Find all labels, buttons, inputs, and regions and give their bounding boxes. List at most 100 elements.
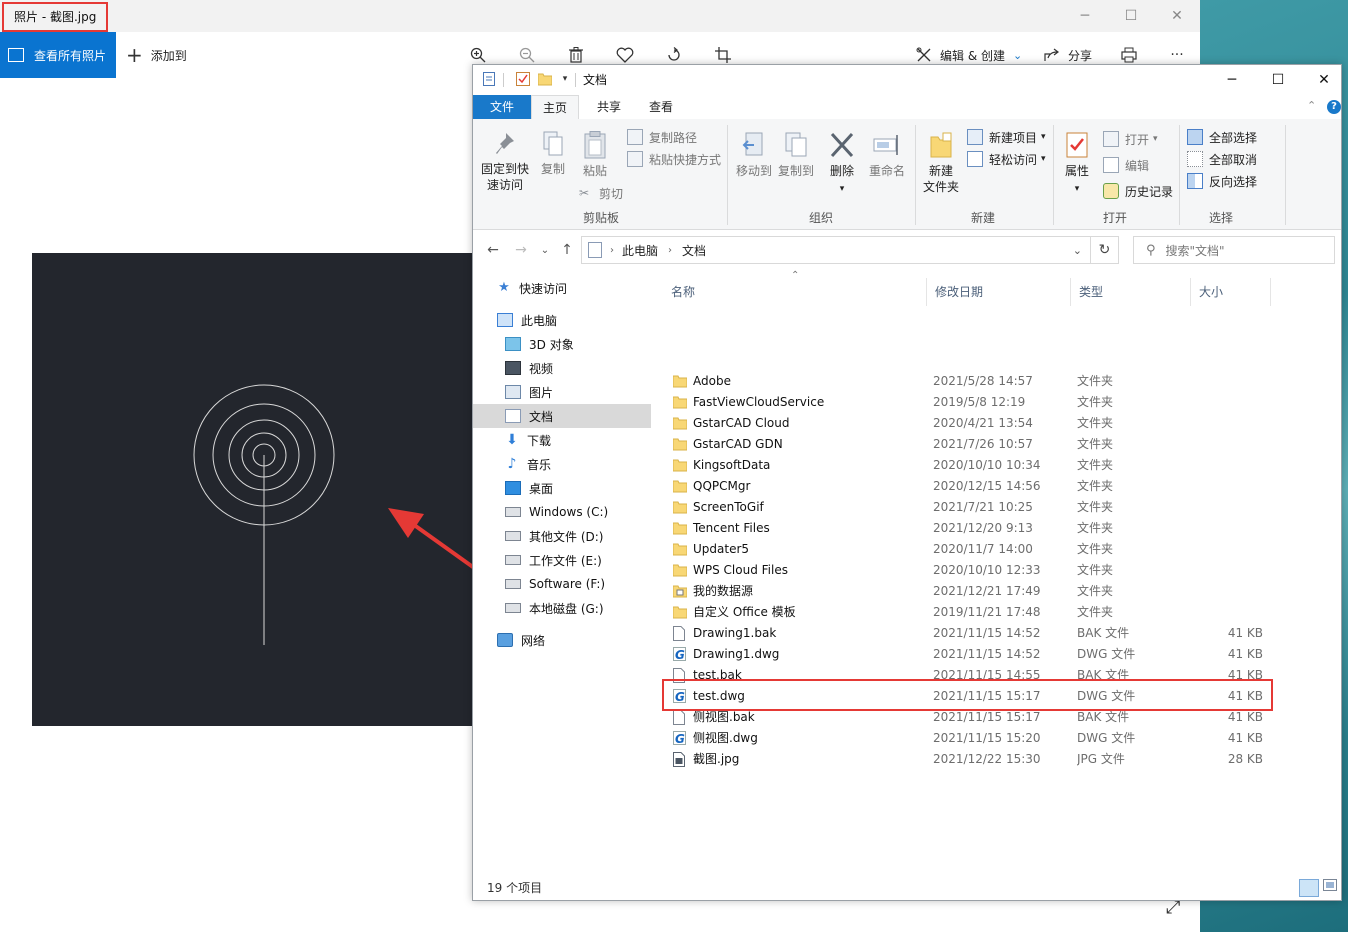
breadcrumb-documents[interactable]: 文档 xyxy=(682,242,706,259)
pin-quick-access-button[interactable]: 固定到快 速访问 xyxy=(479,131,531,193)
zoom-out-icon[interactable] xyxy=(516,44,538,66)
help-icon[interactable]: ? xyxy=(1327,100,1341,114)
tab-file[interactable]: 文件 xyxy=(473,95,531,119)
nav-item-3[interactable]: 视频 xyxy=(473,356,651,380)
file-row[interactable]: WPS Cloud Files 2020/10/10 12:33 文件夹 xyxy=(663,560,1273,581)
share-button[interactable]: 分享 xyxy=(1044,44,1092,66)
tab-view[interactable]: 查看 xyxy=(637,95,685,119)
explorer-minimize-button[interactable]: ─ xyxy=(1209,65,1255,95)
customize-dropdown-icon[interactable]: ▾ xyxy=(557,71,573,87)
new-item-button[interactable]: 新建项目 ▾ xyxy=(967,127,1046,147)
print-icon[interactable] xyxy=(1118,44,1140,66)
column-name[interactable]: 名称 xyxy=(663,278,927,306)
history-button[interactable]: 历史记录 xyxy=(1103,181,1173,201)
search-input[interactable]: ⚲ 搜索"文档" xyxy=(1133,236,1335,264)
breadcrumb-this-pc[interactable]: 此电脑 xyxy=(622,242,658,259)
file-row[interactable]: Drawing1.bak 2021/11/15 14:52 BAK 文件 41 KB xyxy=(663,623,1273,644)
nav-item-9[interactable]: Windows (C:) xyxy=(473,500,651,524)
crop-icon[interactable] xyxy=(712,44,734,66)
edit-create-button[interactable]: 编辑 & 创建 ⌄ xyxy=(916,44,1022,66)
nav-item-7[interactable]: ♪ 音乐 xyxy=(473,452,651,476)
file-row[interactable]: GstarCAD Cloud 2020/4/21 13:54 文件夹 xyxy=(663,413,1273,434)
file-row[interactable]: Updater5 2020/11/7 14:00 文件夹 xyxy=(663,539,1273,560)
nav-item-4[interactable]: 图片 xyxy=(473,380,651,404)
select-all-button[interactable]: 全部选择 xyxy=(1187,127,1257,147)
large-icons-view-icon[interactable] xyxy=(1323,879,1339,897)
copy-button[interactable]: 复制 xyxy=(535,131,571,177)
nav-item-11[interactable]: 工作文件 (E:) xyxy=(473,548,651,572)
column-date-modified[interactable]: 修改日期 xyxy=(927,278,1071,306)
cut-button[interactable]: ✂ 剪切 xyxy=(579,183,623,203)
select-none-button[interactable]: 全部取消 xyxy=(1187,149,1257,169)
delete-icon[interactable] xyxy=(565,44,587,66)
properties-button[interactable]: 属性 ▾ xyxy=(1059,131,1095,197)
nav-item-0[interactable]: ★ 快速访问 xyxy=(473,276,651,300)
nav-item-5[interactable]: 文档 xyxy=(473,404,651,428)
nav-item-6[interactable]: ⬇ 下载 xyxy=(473,428,651,452)
easy-access-button[interactable]: 轻松访问 ▾ xyxy=(967,149,1046,169)
rotate-icon[interactable] xyxy=(663,44,685,66)
file-row[interactable]: 自定义 Office 模板 2019/11/21 17:48 文件夹 xyxy=(663,602,1273,623)
tab-share[interactable]: 共享 xyxy=(585,95,633,119)
invert-selection-button[interactable]: 反向选择 xyxy=(1187,171,1257,191)
explorer-maximize-button[interactable]: ☐ xyxy=(1255,65,1301,95)
column-size[interactable]: 大小 xyxy=(1191,278,1271,306)
more-button[interactable]: ··· xyxy=(1166,44,1188,66)
maximize-button[interactable]: ☐ xyxy=(1108,0,1154,32)
open-button[interactable]: 打开 ▾ xyxy=(1103,129,1158,149)
nav-item-8[interactable]: 桌面 xyxy=(473,476,651,500)
checklist-icon[interactable] xyxy=(515,71,531,87)
up-arrow-icon[interactable]: ↑ xyxy=(557,240,577,260)
rename-button[interactable]: 重命名 xyxy=(867,131,907,179)
search-icon: ⚲ xyxy=(1146,242,1156,258)
address-bar[interactable]: › 此电脑 › 文档 ⌄ xyxy=(581,236,1091,264)
properties-quick-icon[interactable] xyxy=(481,71,497,87)
nav-item-13[interactable]: 本地磁盘 (G:) xyxy=(473,596,651,620)
copy-path-button[interactable]: 复制路径 xyxy=(627,127,697,147)
close-button[interactable]: ✕ xyxy=(1154,0,1200,32)
refresh-icon[interactable]: ↻ xyxy=(1091,236,1119,264)
paste-button[interactable]: 粘贴 xyxy=(577,131,613,179)
nav-item-10[interactable]: 其他文件 (D:) xyxy=(473,524,651,548)
recent-locations-chevron-icon[interactable]: ⌄ xyxy=(535,240,555,260)
minimize-button[interactable]: ─ xyxy=(1062,0,1108,32)
nav-item-1[interactable]: 此电脑 xyxy=(473,308,651,332)
edit-button[interactable]: 编辑 xyxy=(1103,155,1149,175)
file-row[interactable]: Tencent Files 2021/12/20 9:13 文件夹 xyxy=(663,518,1273,539)
nav-item-12[interactable]: Software (F:) xyxy=(473,572,651,596)
scissors-icon: ✂ xyxy=(579,186,590,200)
collapse-ribbon-icon[interactable]: ⌃ xyxy=(1307,99,1316,112)
column-type[interactable]: 类型 xyxy=(1071,278,1191,306)
file-row[interactable]: QQPCMgr 2020/12/15 14:56 文件夹 xyxy=(663,476,1273,497)
address-dropdown-icon[interactable]: ⌄ xyxy=(1073,244,1082,257)
nav-item-2[interactable]: 3D 对象 xyxy=(473,332,651,356)
forward-arrow-icon[interactable]: → xyxy=(511,240,531,260)
new-item-icon xyxy=(967,129,983,145)
view-all-photos-button[interactable]: 查看所有照片 xyxy=(0,32,116,78)
details-view-icon[interactable] xyxy=(1299,879,1319,897)
file-row[interactable]: Adobe 2021/5/28 14:57 文件夹 xyxy=(663,371,1273,392)
paste-shortcut-button[interactable]: 粘贴快捷方式 xyxy=(627,149,721,169)
file-row[interactable]: GstarCAD GDN 2021/7/26 10:57 文件夹 xyxy=(663,434,1273,455)
add-to-button[interactable]: + 添加到 xyxy=(126,32,187,78)
file-row[interactable]: G Drawing1.dwg 2021/11/15 14:52 DWG 文件 41 KB xyxy=(663,644,1273,665)
file-row[interactable]: 我的数据源 2021/12/21 17:49 文件夹 xyxy=(663,581,1273,602)
file-row[interactable]: G 侧视图.dwg 2021/11/15 15:20 DWG 文件 41 KB xyxy=(663,728,1273,749)
file-row[interactable]: KingsoftData 2020/10/10 10:34 文件夹 xyxy=(663,455,1273,476)
move-to-button[interactable]: 移动到 xyxy=(735,131,773,179)
document-icon xyxy=(505,409,521,423)
zoom-in-icon[interactable] xyxy=(467,44,489,66)
delete-button[interactable]: 删除 ▾ xyxy=(825,131,859,197)
heart-icon[interactable] xyxy=(614,44,636,66)
explorer-close-button[interactable]: ✕ xyxy=(1301,65,1347,95)
file-row[interactable]: ScreenToGif 2021/7/21 10:25 文件夹 xyxy=(663,497,1273,518)
file-row[interactable]: FastViewCloudService 2019/5/8 12:19 文件夹 xyxy=(663,392,1273,413)
new-folder-button[interactable]: 新建 文件夹 xyxy=(919,131,963,195)
folder-icon[interactable] xyxy=(537,71,553,87)
back-arrow-icon[interactable]: ← xyxy=(483,240,503,260)
tab-home[interactable]: 主页 xyxy=(531,95,579,120)
copy-to-button[interactable]: 复制到 xyxy=(777,131,815,179)
file-row[interactable]: 截图.jpg 2021/12/22 15:30 JPG 文件 28 KB xyxy=(663,749,1273,770)
item-count: 19 个项目 xyxy=(487,881,543,895)
nav-item-14[interactable]: 网络 xyxy=(473,628,651,652)
